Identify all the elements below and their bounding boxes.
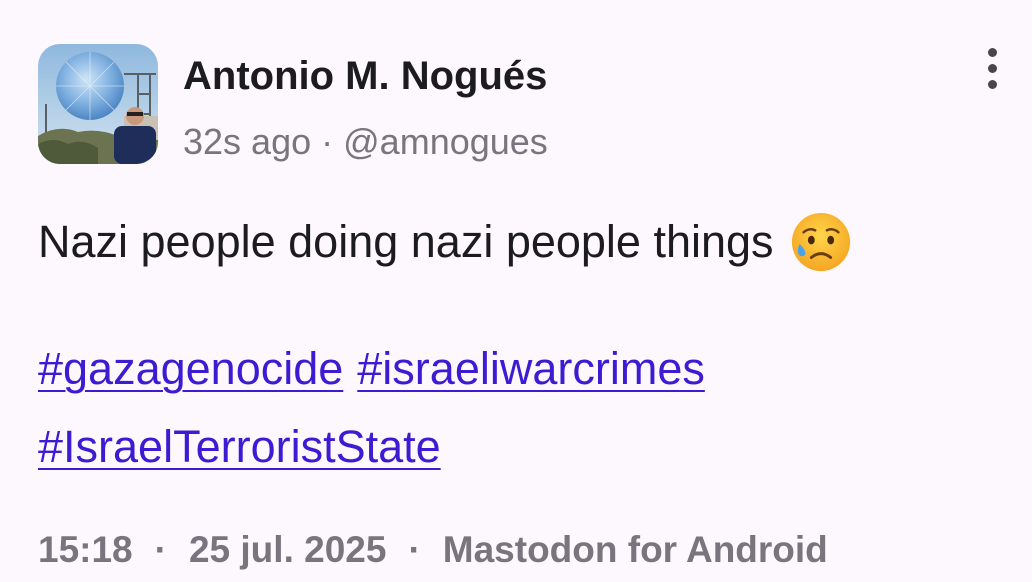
hashtag-link[interactable]: #israeliwarcrimes (357, 343, 705, 394)
post-meta: 32s ago · @amnogues (183, 118, 548, 166)
post-card: Antonio M. Nogués 32s ago · @amnogues Na… (0, 0, 1032, 582)
more-vertical-icon-dot (987, 63, 997, 73)
more-options-button[interactable] (970, 44, 1014, 92)
meta-separator: · (321, 121, 334, 162)
post-time-ago: 32s ago (183, 121, 312, 162)
footer-separator: · (154, 529, 167, 570)
hashtag-link[interactable]: #gazagenocide (38, 343, 343, 394)
post-date[interactable]: 25 jul. 2025 (189, 529, 386, 570)
more-vertical-icon-dot (987, 79, 997, 89)
footer-separator: · (408, 529, 421, 570)
post-footer: 15:18 · 25 jul. 2025 · Mastodon for Android (38, 524, 828, 576)
post-content: Nazi people doing nazi people things (38, 210, 852, 274)
author-name[interactable]: Antonio M. Nogués (183, 50, 547, 102)
author-handle[interactable]: @amnogues (343, 121, 548, 162)
avatar[interactable] (38, 44, 158, 164)
hashtag-link[interactable]: #IsraelTerroristState (38, 421, 441, 472)
hashtag-list: #gazagenocide #israeliwarcrimes #IsraelTe… (38, 330, 998, 486)
sad-but-relieved-face-icon (791, 212, 850, 272)
post-app: Mastodon for Android (442, 529, 828, 570)
avatar-photo (38, 44, 158, 164)
post-text: Nazi people doing nazi people things (38, 216, 774, 267)
post-time[interactable]: 15:18 (38, 529, 133, 570)
more-vertical-icon (987, 47, 997, 57)
